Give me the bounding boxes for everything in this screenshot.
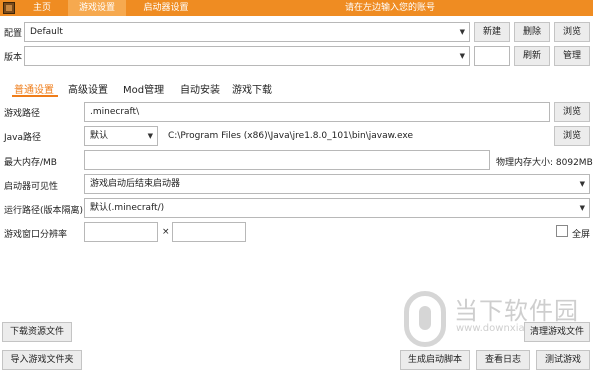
watermark-icon bbox=[404, 291, 446, 347]
new-config-button[interactable]: 新建 bbox=[474, 22, 510, 42]
chevron-down-icon: ▼ bbox=[147, 132, 153, 140]
config-select[interactable]: Default ▼ bbox=[24, 22, 470, 42]
launcher-visibility-value: 游戏启动后结束启动器 bbox=[90, 179, 181, 189]
view-log-button[interactable]: 查看日志 bbox=[476, 350, 530, 370]
tab-home[interactable]: 主页 bbox=[22, 0, 62, 16]
resolution-width-input[interactable] bbox=[84, 222, 158, 242]
config-value: Default bbox=[30, 27, 63, 37]
launcher-visibility-select[interactable]: 游戏启动后结束启动器 ▼ bbox=[84, 174, 590, 194]
launcher-visibility-label: 启动器可见性 bbox=[4, 182, 59, 192]
subtab-auto-install[interactable]: 自动安装 bbox=[180, 81, 220, 96]
run-path-select[interactable]: 默认(.minecraft/) ▼ bbox=[84, 198, 590, 218]
resolution-height-input[interactable] bbox=[172, 222, 246, 242]
run-path-value: 默认(.minecraft/) bbox=[90, 203, 165, 213]
subtab-general[interactable]: 普通设置 bbox=[14, 81, 54, 96]
tab-game-settings[interactable]: 游戏设置 bbox=[68, 0, 126, 16]
download-resources-button[interactable]: 下载资源文件 bbox=[2, 322, 72, 342]
run-path-label: 运行路径(版本隔离) bbox=[4, 206, 84, 216]
browse-game-path-button[interactable]: 浏览 bbox=[554, 102, 590, 122]
subtab-game-download[interactable]: 游戏下载 bbox=[232, 81, 272, 96]
game-path-label: 游戏路径 bbox=[4, 109, 41, 119]
chevron-down-icon: ▼ bbox=[579, 204, 585, 212]
test-game-button[interactable]: 测试游戏 bbox=[536, 350, 590, 370]
manage-button[interactable]: 管理 bbox=[554, 46, 590, 66]
config-label: 配置 bbox=[4, 29, 23, 39]
title-bar: 主页 游戏设置 启动器设置 请在左边输入您的账号 bbox=[0, 0, 593, 16]
subtab-active-indicator bbox=[12, 95, 58, 97]
resolution-label: 游戏窗口分辨率 bbox=[4, 230, 68, 240]
chevron-down-icon: ▼ bbox=[459, 28, 465, 36]
chevron-down-icon: ▼ bbox=[459, 52, 465, 60]
physical-memory-text: 物理内存大小: 8092MB bbox=[496, 158, 593, 168]
chevron-down-icon: ▼ bbox=[579, 180, 585, 188]
java-path-input[interactable]: C:\Program Files (x86)\Java\jre1.8.0_101… bbox=[162, 126, 550, 146]
app-icon bbox=[3, 2, 15, 14]
version-extra-field[interactable] bbox=[474, 46, 510, 66]
browse-config-button[interactable]: 浏览 bbox=[554, 22, 590, 42]
subtab-mod-manager[interactable]: Mod管理 bbox=[123, 81, 164, 96]
clean-game-files-button[interactable]: 清理游戏文件 bbox=[524, 322, 590, 342]
resolution-separator: × bbox=[162, 227, 170, 237]
import-game-folder-button[interactable]: 导入游戏文件夹 bbox=[2, 350, 82, 370]
account-prompt: 请在左边输入您的账号 bbox=[344, 3, 435, 13]
max-memory-input[interactable] bbox=[84, 150, 490, 170]
java-select[interactable]: 默认 ▼ bbox=[84, 126, 158, 146]
java-path-label: Java路径 bbox=[4, 133, 42, 143]
refresh-button[interactable]: 刷新 bbox=[514, 46, 550, 66]
tab-launcher-settings[interactable]: 启动器设置 bbox=[134, 0, 198, 16]
generate-script-button[interactable]: 生成启动脚本 bbox=[400, 350, 470, 370]
game-path-input[interactable]: .minecraft\ bbox=[84, 102, 550, 122]
version-select[interactable]: ▼ bbox=[24, 46, 470, 66]
max-memory-label: 最大内存/MB bbox=[4, 158, 57, 168]
subtab-advanced[interactable]: 高级设置 bbox=[68, 81, 108, 96]
delete-config-button[interactable]: 删除 bbox=[514, 22, 550, 42]
watermark-text: 当下软件园 bbox=[454, 297, 579, 325]
java-selected: 默认 bbox=[90, 131, 109, 141]
version-label: 版本 bbox=[4, 53, 23, 63]
browse-java-button[interactable]: 浏览 bbox=[554, 126, 590, 146]
fullscreen-checkbox[interactable] bbox=[556, 225, 568, 237]
fullscreen-label: 全屏 bbox=[572, 230, 591, 240]
